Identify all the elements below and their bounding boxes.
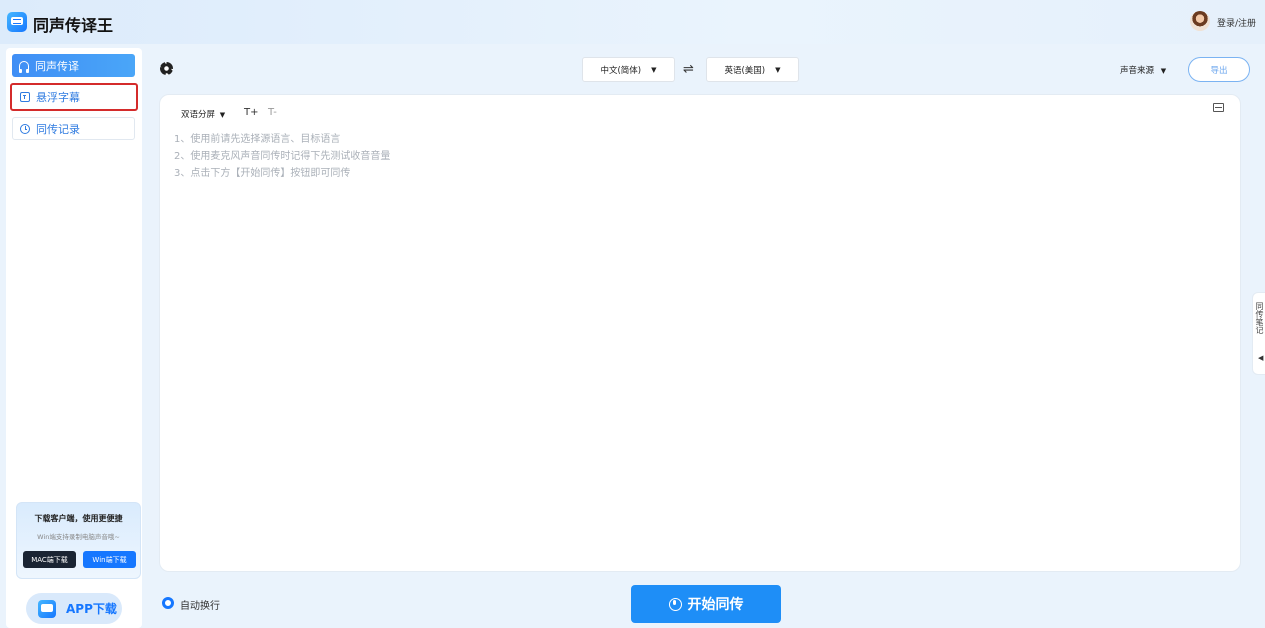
collapse-icon[interactable]	[1213, 103, 1224, 112]
chevron-down-icon: ▼	[775, 65, 781, 74]
gear-icon[interactable]	[160, 62, 173, 75]
font-increase-button[interactable]: T+	[244, 107, 259, 118]
chevron-down-icon: ▼	[219, 111, 226, 119]
sidebar-item-floating-subtitles[interactable]: 悬浮字幕	[10, 83, 138, 111]
chevron-down-icon: ▼	[651, 65, 657, 74]
target-language-select[interactable]: 英语(美国) ▼	[706, 57, 799, 82]
hint-line: 3、点击下方【开始同传】按钮即可同传	[174, 168, 351, 179]
start-interpretation-button[interactable]: 开始同传	[631, 585, 781, 623]
export-button[interactable]: 导出	[1188, 57, 1250, 82]
voice-source-dropdown[interactable]: 声音来源 ▼	[1120, 64, 1166, 76]
usage-hints: 1、使用前请先选择源语言、目标语言 2、使用麦克风声音同传时记得下先测试收音音量…	[174, 131, 390, 182]
clock-icon	[20, 123, 30, 134]
app-logo-icon	[7, 12, 27, 32]
view-mode-dropdown[interactable]: 双语分屏 ▼	[181, 108, 225, 120]
app-title: 同声传译王	[33, 16, 114, 35]
hint-line: 1、使用前请先选择源语言、目标语言	[174, 134, 341, 145]
chevron-down-icon: ▼	[1160, 67, 1167, 75]
microphone-icon	[668, 597, 682, 611]
source-language-select[interactable]: 中文(简体) ▼	[582, 57, 675, 82]
target-language-value: 英语(美国)	[724, 65, 766, 76]
auto-wrap-radio[interactable]	[162, 597, 174, 609]
sidebar: 同声传译 悬浮字幕 同传记录 下载客户端，使用更便捷 Win端支持录制电脑声音哦…	[6, 48, 142, 628]
notes-side-tab[interactable]: 同传笔记	[1252, 292, 1265, 375]
app-download-label: APP下载	[66, 602, 117, 616]
avatar[interactable]	[1190, 11, 1210, 31]
win-download-button[interactable]: Win端下载	[83, 551, 136, 568]
voice-source-label: 声音来源	[1120, 66, 1155, 76]
app-download-button[interactable]: APP下载	[26, 593, 122, 624]
view-mode-label: 双语分屏	[181, 110, 216, 120]
transcript-panel: 双语分屏 ▼ T+ T- 1、使用前请先选择源语言、目标语言 2、使用麦克风声音…	[159, 94, 1241, 572]
auto-wrap-label: 自动换行	[180, 601, 220, 612]
swap-languages-icon[interactable]: ⇌	[683, 62, 694, 77]
promo-subtitle: Win端支持录制电脑声音哦~	[37, 533, 120, 541]
source-language-value: 中文(简体)	[600, 65, 642, 76]
font-decrease-button[interactable]: T-	[268, 107, 277, 118]
sidebar-item-label: 悬浮字幕	[36, 91, 80, 104]
promo-title: 下载客户端，使用更便捷	[34, 514, 123, 523]
caption-icon	[20, 92, 30, 102]
sidebar-item-interpretation-records[interactable]: 同传记录	[12, 117, 135, 140]
app-header: 同声传译王 登录/注册	[0, 0, 1265, 44]
download-promo-card: 下载客户端，使用更便捷 Win端支持录制电脑声音哦~ MAC端下载 Win端下载	[16, 502, 141, 579]
login-register-link[interactable]: 登录/注册	[1217, 16, 1256, 29]
sidebar-item-label: 同声传译	[35, 59, 79, 73]
sidebar-item-simultaneous-interpretation[interactable]: 同声传译	[12, 54, 135, 77]
arrow-left-icon[interactable]: ◀	[1258, 354, 1263, 362]
start-button-label: 开始同传	[687, 597, 744, 613]
sidebar-item-label: 同传记录	[36, 122, 80, 136]
app-icon	[38, 599, 56, 618]
hint-line: 2、使用麦克风声音同传时记得下先测试收音音量	[174, 151, 391, 162]
headset-icon	[19, 60, 29, 73]
mac-download-button[interactable]: MAC端下载	[23, 551, 76, 568]
